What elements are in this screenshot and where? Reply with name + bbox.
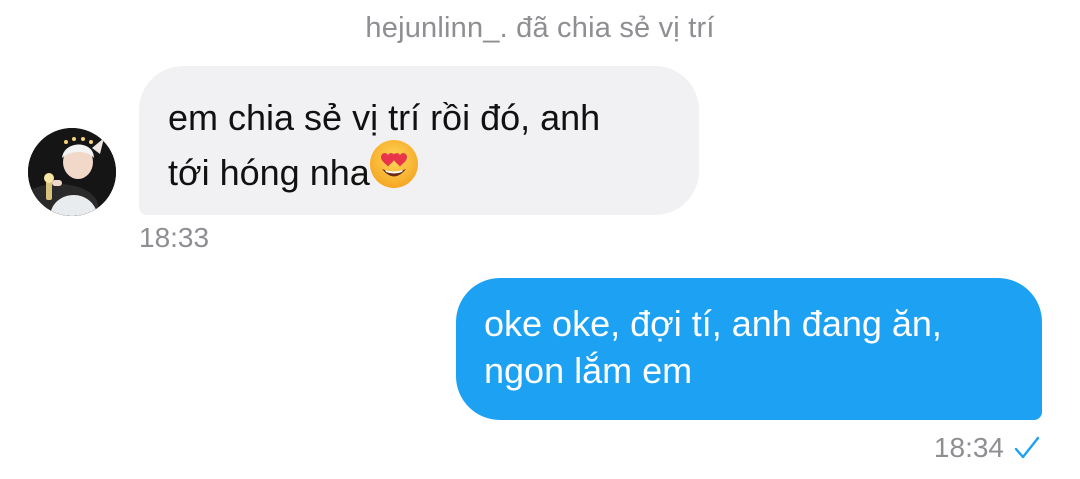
message-text-line: ngon lắm em [484, 350, 693, 391]
message-text-line: oke oke, đợi tí, anh đang ăn, [484, 303, 942, 344]
message-text: tới hóng nha [168, 152, 370, 193]
avatar[interactable] [28, 128, 116, 216]
message-text-line: tới hóng nha [168, 139, 669, 205]
checkmark-icon [1014, 436, 1040, 460]
message-timestamp: 18:34 [933, 432, 1004, 463]
message-timestamp: 18:33 [139, 222, 210, 253]
outgoing-message-bubble[interactable]: oke oke, đợi tí, anh đang ăn, ngon lắm e… [456, 278, 1042, 420]
smiling-face-with-heart-eyes-icon [368, 138, 420, 205]
message-text-line: em chia sẻ vị trí rồi đó, anh [168, 97, 601, 138]
incoming-message-bubble[interactable]: em chia sẻ vị trí rồi đó, anh tới hóng n… [139, 66, 699, 215]
avatar-photo [28, 128, 116, 216]
outgoing-message-meta: 18:34 [934, 432, 1040, 464]
location-shared-notice: hejunlinn_. đã chia sẻ vị trí [365, 12, 715, 44]
